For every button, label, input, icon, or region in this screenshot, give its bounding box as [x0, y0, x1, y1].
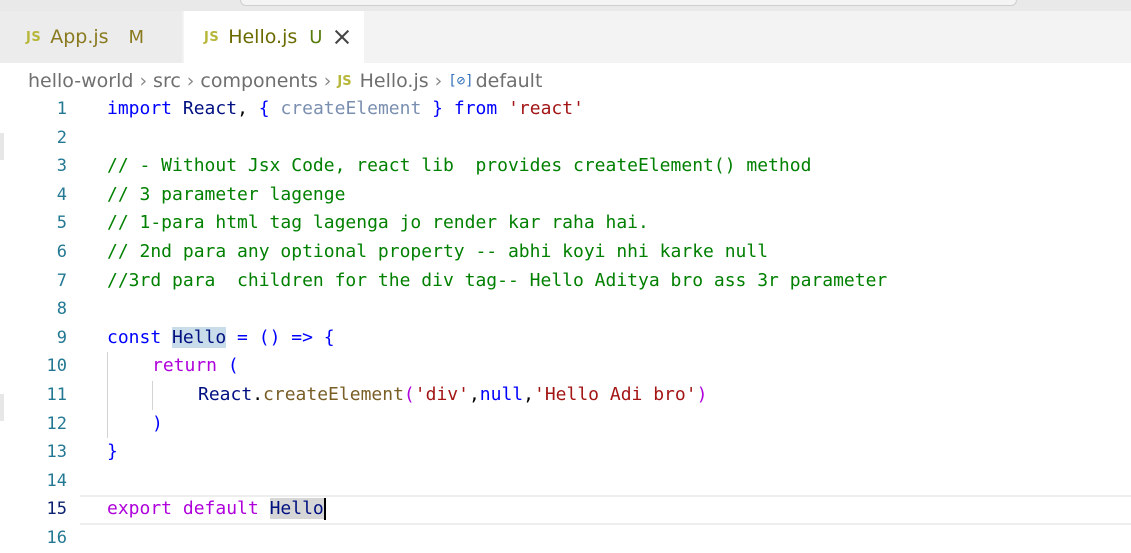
code-line: 7 //3rd para children for the div tag-- …: [0, 267, 1131, 296]
modified-status-badge: M: [128, 26, 145, 48]
line-number: 2: [56, 127, 67, 148]
code-line: 2: [0, 124, 1131, 153]
editor-tab-bar: JS App.js M JS Hello.js U: [0, 11, 1131, 63]
code-text: }: [107, 441, 118, 463]
code-line-current: 15 export default Hello: [0, 495, 1131, 526]
javascript-file-icon: JS: [337, 73, 352, 89]
window-top-strip: [0, 0, 1131, 11]
line-number: 15: [46, 499, 67, 520]
code-text: export default Hello: [107, 498, 326, 521]
line-number: 9: [56, 327, 67, 348]
tab-label: Hello.js: [228, 26, 298, 48]
indent-guide: [107, 380, 108, 410]
indent-guide: [107, 409, 108, 439]
javascript-file-icon: JS: [204, 29, 220, 45]
chevron-right-icon: ›: [139, 70, 148, 92]
line-number: 1: [56, 99, 67, 119]
line-number: 7: [56, 270, 67, 291]
code-line: 1 import React, { createElement } from '…: [0, 95, 1131, 124]
breadcrumb-folder-components[interactable]: components: [200, 70, 317, 92]
code-line: 13 }: [0, 438, 1131, 467]
line-number: 8: [56, 299, 67, 320]
line-number: 12: [46, 413, 67, 434]
code-line: 11 React.createElement('div',null,'Hello…: [0, 380, 1131, 410]
code-text: return (: [152, 355, 239, 377]
code-line: 6 // 2nd para any optional property -- a…: [0, 238, 1131, 267]
line-number: 10: [46, 356, 67, 377]
code-text: React.createElement('div',null,'Hello Ad…: [198, 383, 708, 405]
line-number: 11: [46, 384, 67, 405]
code-line: 3 // - Without Jsx Code, react lib provi…: [0, 152, 1131, 181]
code-line: 14: [0, 467, 1131, 496]
code-line: 9 const Hello = () => {: [0, 324, 1131, 353]
code-line: 5 // 1-para html tag lagenga jo render k…: [0, 209, 1131, 238]
breadcrumb: hello-world › src › components › JS Hell…: [28, 68, 542, 94]
code-line: 12 ): [0, 409, 1131, 439]
breadcrumb-symbol[interactable]: default: [476, 70, 543, 92]
comment-text: // 1-para html tag lagenga jo render kar…: [107, 212, 649, 234]
breadcrumb-folder-hello-world[interactable]: hello-world: [28, 70, 133, 92]
code-line: 4 // 3 parameter lagenge: [0, 181, 1131, 210]
untracked-status-badge: U: [309, 26, 323, 48]
code-editor[interactable]: 1 import React, { createElement } from '…: [0, 95, 1131, 553]
line-number: 6: [56, 241, 67, 262]
line-number: 3: [56, 156, 67, 177]
javascript-file-icon: JS: [26, 29, 42, 45]
breadcrumb-folder-src[interactable]: src: [153, 70, 181, 92]
tab-label: App.js: [50, 26, 109, 48]
line-number: 4: [56, 184, 67, 205]
line-number: 13: [46, 442, 67, 463]
comment-text: //3rd para children for the div tag-- He…: [107, 269, 888, 291]
line-number: 16: [46, 527, 67, 548]
comment-text: // - Without Jsx Code, react lib provide…: [107, 155, 812, 177]
chevron-right-icon: ›: [434, 70, 443, 92]
tab-app-js[interactable]: JS App.js M: [0, 11, 182, 63]
tab-hello-js[interactable]: JS Hello.js U: [184, 11, 364, 63]
breadcrumb-file[interactable]: Hello.js: [360, 70, 429, 92]
code-line: 16: [0, 524, 1131, 553]
close-icon[interactable]: [334, 29, 350, 45]
line-number: 14: [46, 470, 67, 491]
indent-guide: [107, 352, 108, 381]
code-line: 10 return (: [0, 352, 1131, 381]
line-number: 5: [56, 213, 67, 234]
comment-text: // 2nd para any optional property -- abh…: [107, 240, 769, 262]
chevron-right-icon: ›: [186, 70, 195, 92]
indent-guide: [152, 380, 153, 410]
text-cursor: [323, 498, 326, 521]
comment-text: // 3 parameter lagenge: [107, 183, 346, 205]
code-text: ): [152, 412, 163, 434]
code-text: const Hello = () => {: [107, 326, 335, 348]
code-text: import React, { createElement } from 're…: [107, 98, 584, 119]
chevron-right-icon: ›: [323, 70, 332, 92]
code-line: 8: [0, 295, 1131, 324]
command-center-search[interactable]: [240, 0, 1017, 6]
variable-symbol-icon: [⊘]: [448, 73, 474, 89]
